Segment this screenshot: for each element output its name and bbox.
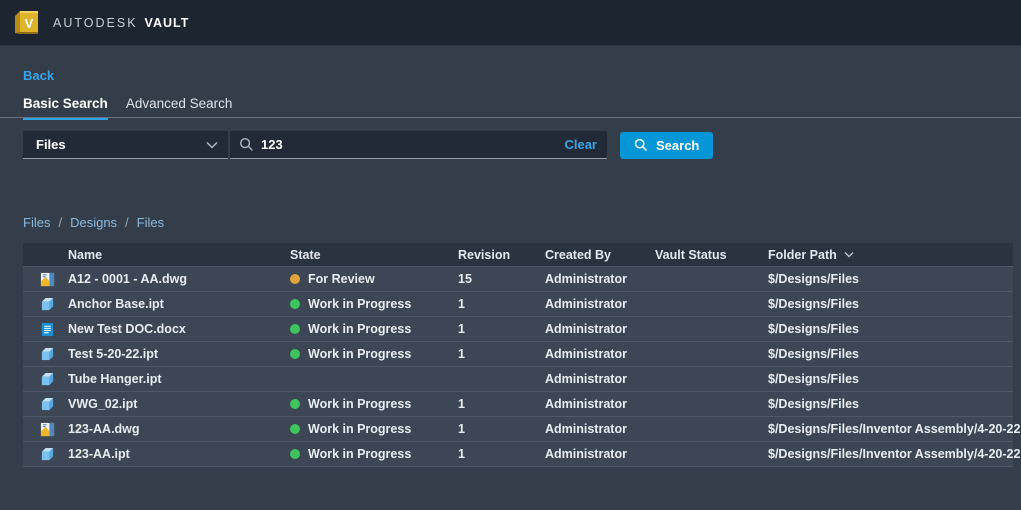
created-by-value: Administrator	[545, 372, 655, 386]
app-brand: AUTODESK VAULT	[53, 16, 189, 30]
state-label: Work in Progress	[308, 422, 411, 436]
search-button-icon	[634, 138, 648, 152]
revision-value: 15	[458, 272, 545, 286]
ipt-part-icon	[40, 297, 55, 312]
chevron-down-icon	[206, 141, 218, 149]
state-label: Work in Progress	[308, 397, 411, 411]
column-header-folder-path[interactable]: Folder Path	[768, 248, 1013, 262]
breadcrumb: Files / Designs / Files	[23, 215, 164, 230]
folder-path-value: $/Designs/Files/Inventor Assembly/4-20-2…	[768, 447, 1020, 461]
state-label: Work in Progress	[308, 322, 411, 336]
dwg-file-icon	[40, 272, 55, 287]
ipt-part-icon	[40, 447, 55, 462]
search-button[interactable]: Search	[620, 132, 713, 159]
breadcrumb-separator: /	[125, 215, 129, 230]
sort-descending-icon	[844, 251, 854, 258]
table-row[interactable]: A12 - 0001 - AA.dwg For Review 15 Admini…	[23, 266, 1013, 291]
revision-value: 1	[458, 297, 545, 311]
created-by-value: Administrator	[545, 347, 655, 361]
state-label: Work in Progress	[308, 297, 411, 311]
file-name: New Test DOC.docx	[68, 322, 186, 336]
column-header-created-by[interactable]: Created By	[545, 248, 655, 262]
created-by-value: Administrator	[545, 272, 655, 286]
state-label: Work in Progress	[308, 447, 411, 461]
created-by-value: Administrator	[545, 397, 655, 411]
brand-autodesk: AUTODESK	[53, 16, 138, 30]
folder-path-value: $/Designs/Files/Inventor Assembly/4-20-2…	[768, 422, 1020, 436]
column-header-name[interactable]: Name	[23, 248, 290, 262]
search-button-label: Search	[656, 138, 699, 153]
search-scope-value: Files	[36, 137, 66, 152]
created-by-value: Administrator	[545, 297, 655, 311]
revision-value: 1	[458, 347, 545, 361]
search-query-field: Clear	[230, 131, 607, 159]
state-dot-icon	[290, 274, 300, 284]
folder-path-value: $/Designs/Files	[768, 372, 1013, 386]
breadcrumb-item-files[interactable]: Files	[23, 215, 50, 230]
table-row[interactable]: Test 5-20-22.ipt Work in Progress 1 Admi…	[23, 341, 1013, 366]
state-label: For Review	[308, 272, 375, 286]
file-name: 123-AA.dwg	[68, 422, 140, 436]
tabs-divider	[0, 117, 1021, 118]
clear-search-link[interactable]: Clear	[564, 137, 597, 152]
dwg-file-icon	[40, 422, 55, 437]
top-bar: V AUTODESK VAULT	[0, 0, 1021, 46]
file-name: Anchor Base.ipt	[68, 297, 164, 311]
folder-path-value: $/Designs/Files	[768, 297, 1013, 311]
docx-document-icon	[40, 322, 55, 337]
search-row: Files Clear Search	[23, 131, 713, 159]
folder-path-value: $/Designs/Files	[768, 347, 1013, 361]
revision-value: 1	[458, 397, 545, 411]
brand-vault: VAULT	[145, 16, 190, 30]
table-row[interactable]: New Test DOC.docx Work in Progress 1 Adm…	[23, 316, 1013, 341]
state-dot-icon	[290, 399, 300, 409]
vault-cube-logo-icon: V	[13, 9, 40, 36]
search-icon	[239, 137, 254, 152]
breadcrumb-separator: /	[58, 215, 62, 230]
ipt-part-icon	[40, 372, 55, 387]
table-body: A12 - 0001 - AA.dwg For Review 15 Admini…	[23, 266, 1013, 466]
breadcrumb-item-files-2[interactable]: Files	[137, 215, 164, 230]
svg-text:V: V	[25, 16, 34, 31]
search-input[interactable]	[261, 137, 564, 152]
table-header-row: Name State Revision Created By Vault Sta…	[23, 243, 1013, 266]
file-name: Tube Hanger.ipt	[68, 372, 162, 386]
table-row[interactable]: Anchor Base.ipt Work in Progress 1 Admin…	[23, 291, 1013, 316]
back-link[interactable]: Back	[23, 68, 54, 83]
ipt-part-icon	[40, 397, 55, 412]
file-name: VWG_02.ipt	[68, 397, 137, 411]
folder-path-value: $/Designs/Files	[768, 322, 1013, 336]
created-by-value: Administrator	[545, 447, 655, 461]
state-dot-icon	[290, 324, 300, 334]
state-label: Work in Progress	[308, 347, 411, 361]
revision-value: 1	[458, 422, 545, 436]
search-scope-dropdown[interactable]: Files	[23, 131, 228, 159]
column-header-vault-status[interactable]: Vault Status	[655, 248, 768, 262]
state-dot-icon	[290, 424, 300, 434]
column-header-revision[interactable]: Revision	[458, 248, 545, 262]
file-name: Test 5-20-22.ipt	[68, 347, 158, 361]
files-table: Name State Revision Created By Vault Sta…	[23, 243, 1013, 467]
column-header-state[interactable]: State	[290, 248, 458, 262]
table-row[interactable]: Tube Hanger.ipt Administrator $/Designs/…	[23, 366, 1013, 391]
state-dot-icon	[290, 299, 300, 309]
revision-value: 1	[458, 322, 545, 336]
file-name: A12 - 0001 - AA.dwg	[68, 272, 187, 286]
table-row[interactable]: 123-AA.ipt Work in Progress 1 Administra…	[23, 441, 1013, 466]
table-row[interactable]: VWG_02.ipt Work in Progress 1 Administra…	[23, 391, 1013, 416]
created-by-value: Administrator	[545, 422, 655, 436]
state-dot-icon	[290, 449, 300, 459]
state-dot-icon	[290, 349, 300, 359]
folder-path-value: $/Designs/Files	[768, 397, 1013, 411]
ipt-part-icon	[40, 347, 55, 362]
breadcrumb-item-designs[interactable]: Designs	[70, 215, 117, 230]
created-by-value: Administrator	[545, 322, 655, 336]
table-row[interactable]: 123-AA.dwg Work in Progress 1 Administra…	[23, 416, 1013, 441]
revision-value: 1	[458, 447, 545, 461]
folder-path-value: $/Designs/Files	[768, 272, 1013, 286]
file-name: 123-AA.ipt	[68, 447, 130, 461]
